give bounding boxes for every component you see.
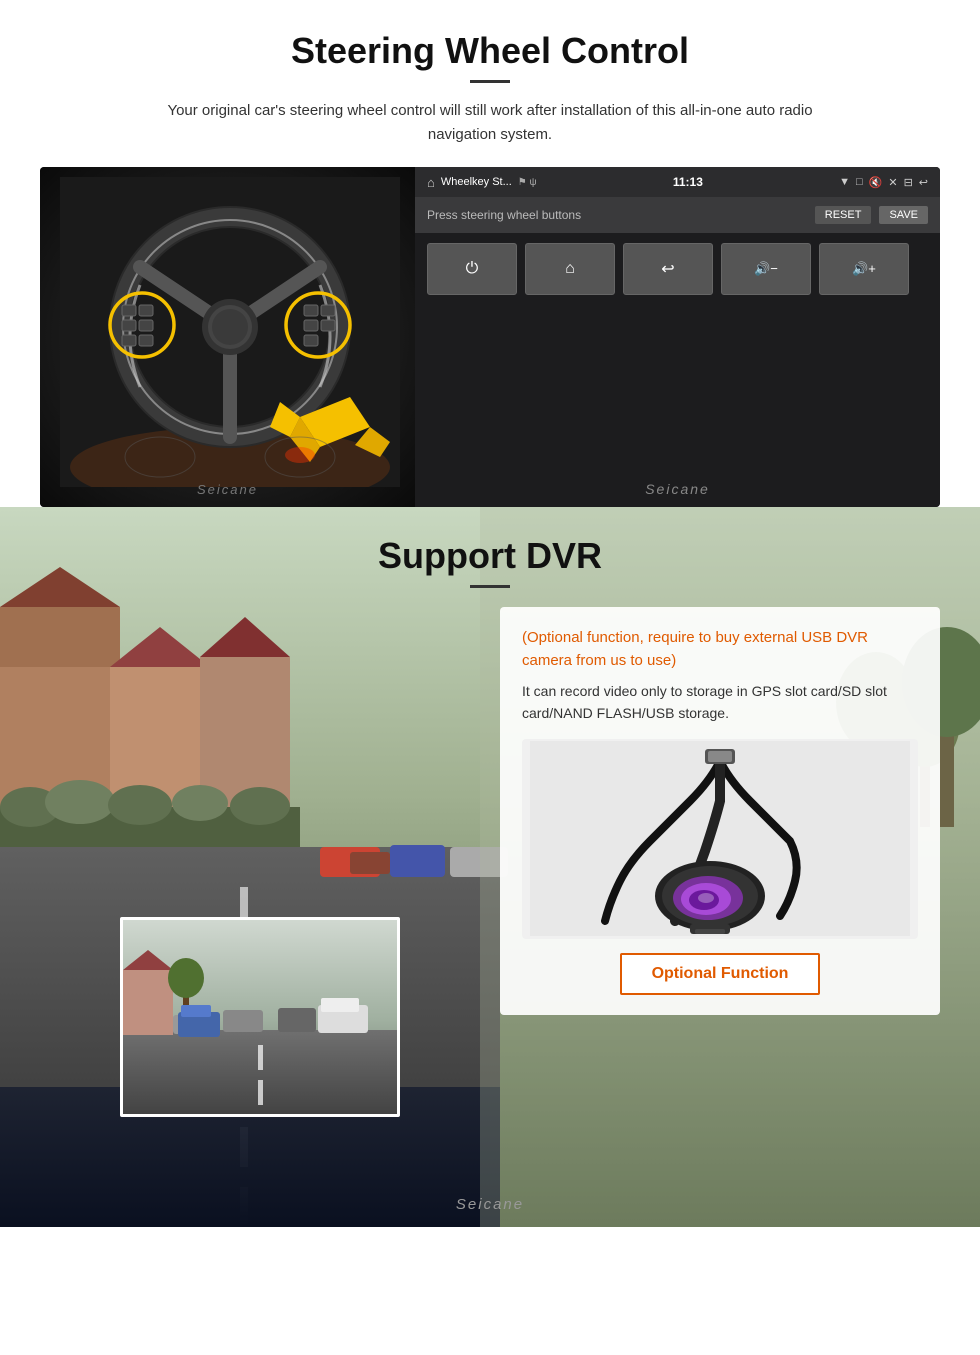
toolbar-instruction: Press steering wheel buttons bbox=[427, 208, 581, 222]
vol-up-button[interactable]: 🔊+ bbox=[819, 243, 909, 295]
dvr-seicane-watermark: Seicane bbox=[456, 1196, 524, 1213]
steering-divider bbox=[470, 80, 510, 83]
steering-photo: Seicane bbox=[40, 167, 415, 507]
wifi-icon: ▼ bbox=[839, 176, 850, 188]
dvr-thumbnail bbox=[120, 917, 400, 1117]
android-statusbar: ⌂ Wheelkey St... ⚑ ψ 11:13 ▼ □ 🔇 ✕ ⊟ ↩ bbox=[415, 167, 940, 197]
save-button[interactable]: SAVE bbox=[879, 206, 928, 224]
steering-watermark-left: Seicane bbox=[40, 481, 415, 499]
close-icon: ✕ bbox=[888, 176, 897, 189]
vol-down-button[interactable]: 🔊− bbox=[721, 243, 811, 295]
dvr-description: It can record video only to storage in G… bbox=[522, 680, 918, 725]
statusbar-right: ▼ □ 🔇 ✕ ⊟ ↩ bbox=[839, 176, 928, 189]
mute-icon: 🔇 bbox=[869, 176, 883, 189]
dvr-title: Support DVR bbox=[0, 535, 980, 577]
camera-icon: □ bbox=[856, 176, 863, 188]
home-button[interactable]: ⌂ bbox=[525, 243, 615, 295]
dvr-thumbnail-inner bbox=[123, 920, 397, 1114]
dvr-divider bbox=[470, 585, 510, 588]
reset-button[interactable]: RESET bbox=[815, 206, 872, 224]
steering-section: Steering Wheel Control Your original car… bbox=[0, 0, 980, 507]
steering-image-container: Seicane ⌂ Wheelkey St... ⚑ ψ 11:13 ▼ □ 🔇 bbox=[40, 167, 940, 507]
seicane-watermark-right: Seicane bbox=[415, 305, 940, 507]
statusbar-left: ⌂ Wheelkey St... ⚑ ψ bbox=[427, 175, 537, 190]
statusbar-icons: ⚑ ψ bbox=[518, 177, 537, 188]
optional-function-button[interactable]: Optional Function bbox=[620, 953, 821, 995]
dvr-header: Support DVR bbox=[0, 507, 980, 588]
steering-subtitle: Your original car's steering wheel contr… bbox=[140, 99, 840, 147]
dvr-camera-image bbox=[522, 739, 918, 939]
android-toolbar: Press steering wheel buttons RESET SAVE bbox=[415, 197, 940, 233]
statusbar-time: 11:13 bbox=[673, 175, 703, 189]
dvr-thumbnail-svg bbox=[123, 920, 400, 1117]
android-controls: ⏻ ⌂ ↩ 🔊− 🔊+ bbox=[415, 233, 940, 305]
statusbar-app-name: Wheelkey St... bbox=[441, 176, 512, 188]
dvr-optional-text: (Optional function, require to buy exter… bbox=[522, 627, 918, 672]
steering-title: Steering Wheel Control bbox=[40, 30, 940, 72]
dvr-content-card: (Optional function, require to buy exter… bbox=[500, 607, 940, 1015]
steering-wheel-svg bbox=[60, 177, 400, 487]
toolbar-buttons[interactable]: RESET SAVE bbox=[815, 206, 928, 224]
android-ui: ⌂ Wheelkey St... ⚑ ψ 11:13 ▼ □ 🔇 ✕ ⊟ ↩ P… bbox=[415, 167, 940, 507]
power-button[interactable]: ⏻ bbox=[427, 243, 517, 295]
back-icon: ↩ bbox=[919, 176, 928, 189]
back-button[interactable]: ↩ bbox=[623, 243, 713, 295]
dvr-section: Support DVR (Optional function, require … bbox=[0, 507, 980, 1227]
window-icon: ⊟ bbox=[904, 176, 913, 189]
home-icon: ⌂ bbox=[427, 175, 435, 190]
dvr-camera-svg bbox=[530, 741, 910, 936]
